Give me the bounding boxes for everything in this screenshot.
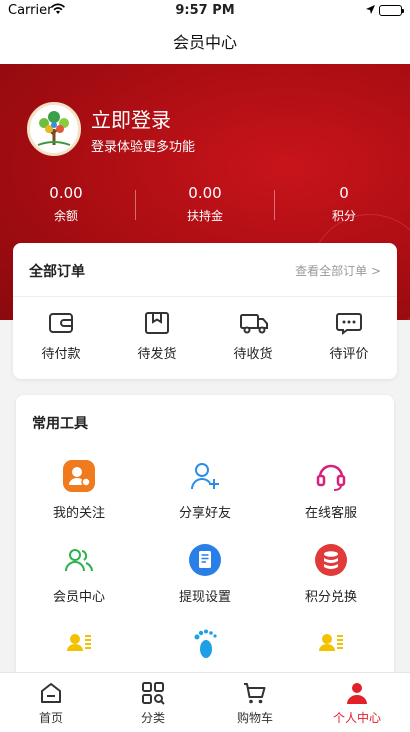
database-icon — [314, 543, 348, 577]
login-title[interactable]: 立即登录 — [91, 104, 171, 133]
tools-card: 常用工具 我的关注 分享好友 在线客服 会员中心 提现设置 积分兑换 — [16, 395, 394, 685]
contact-card-icon — [314, 627, 348, 661]
stat-points[interactable]: 0 积分 — [294, 184, 394, 224]
status-bar: Carrier 9:57 PM — [0, 0, 410, 22]
order-label: 待付款 — [41, 347, 81, 362]
stat-value: 0.00 — [188, 184, 222, 202]
order-pending-review[interactable]: 待评价 — [301, 311, 397, 362]
tab-label: 首页 — [38, 711, 63, 725]
tool-online-service[interactable]: 在线客服 — [271, 459, 391, 521]
tools-title: 常用工具 — [32, 416, 88, 432]
cart-icon — [243, 681, 267, 705]
battery-icon — [379, 5, 404, 16]
follow-icon — [62, 459, 96, 493]
avatar[interactable] — [27, 102, 81, 156]
footprint-icon — [188, 627, 222, 661]
contact-card-icon — [62, 627, 96, 661]
login-subtitle: 登录体验更多功能 — [91, 140, 196, 155]
tool-member-center[interactable]: 会员中心 — [19, 543, 139, 605]
home-icon — [39, 681, 63, 705]
order-label: 待评价 — [329, 347, 369, 362]
tab-profile[interactable]: 个人中心 — [306, 681, 408, 726]
tool-contact-card-2[interactable] — [271, 627, 391, 661]
tool-contact-card[interactable] — [19, 627, 139, 661]
tool-label: 在线客服 — [304, 506, 357, 521]
tab-label: 个人中心 — [332, 711, 381, 725]
tab-bar: 首页 分类 购物车 个人中心 — [0, 672, 410, 732]
add-friend-icon — [188, 459, 222, 493]
location-arrow-icon — [365, 4, 376, 19]
clock: 9:57 PM — [175, 3, 235, 18]
tab-category[interactable]: 分类 — [102, 681, 204, 726]
tab-label: 购物车 — [236, 711, 273, 725]
tool-footprint[interactable] — [145, 627, 265, 661]
person-icon — [345, 681, 369, 705]
package-icon — [143, 311, 171, 335]
tab-label: 分类 — [140, 711, 165, 725]
stat-label: 积分 — [331, 209, 356, 223]
order-pending-shipment[interactable]: 待发货 — [109, 311, 205, 362]
divider — [274, 190, 275, 220]
tab-cart[interactable]: 购物车 — [204, 681, 306, 726]
stat-label: 余额 — [53, 209, 78, 223]
tool-points-exchange[interactable]: 积分兑换 — [271, 543, 391, 605]
tool-my-follows[interactable]: 我的关注 — [19, 459, 139, 521]
headset-icon — [314, 459, 348, 493]
tool-label: 分享好友 — [178, 506, 231, 521]
orders-card: 全部订单 查看全部订单 > 待付款 待发货 待收货 待评价 — [13, 243, 397, 379]
comment-icon — [335, 311, 363, 335]
orders-title: 全部订单 — [29, 264, 85, 280]
tool-withdraw-settings[interactable]: 提现设置 — [145, 543, 265, 605]
stat-label: 扶持金 — [186, 209, 223, 223]
order-label: 待收货 — [233, 347, 273, 362]
truck-icon — [239, 311, 268, 335]
wallet-icon — [47, 311, 75, 335]
orders-header: 全部订单 查看全部订单 > — [13, 243, 397, 297]
tab-home[interactable]: 首页 — [0, 681, 102, 726]
order-pending-receipt[interactable]: 待收货 — [205, 311, 301, 362]
nav-bar: 会员中心 — [0, 22, 410, 64]
category-icon — [141, 681, 165, 705]
stat-value: 0 — [339, 184, 349, 202]
order-label: 待发货 — [137, 347, 177, 362]
tool-label: 积分兑换 — [304, 590, 357, 605]
tool-label: 会员中心 — [52, 590, 105, 605]
stats-row: 0.00 余额 0.00 扶持金 0 积分 — [0, 184, 410, 226]
stat-value: 0.00 — [49, 184, 83, 202]
view-all-orders-link[interactable]: 查看全部订单 > — [295, 262, 381, 279]
stat-balance[interactable]: 0.00 余额 — [16, 184, 116, 224]
order-pending-payment[interactable]: 待付款 — [13, 311, 109, 362]
divider — [135, 190, 136, 220]
stat-support-fund[interactable]: 0.00 扶持金 — [155, 184, 255, 224]
page-title: 会员中心 — [172, 33, 237, 52]
document-icon — [188, 543, 222, 577]
tool-share-friends[interactable]: 分享好友 — [145, 459, 265, 521]
tool-label: 提现设置 — [178, 590, 231, 605]
members-icon — [62, 543, 96, 577]
tool-label: 我的关注 — [52, 506, 105, 521]
